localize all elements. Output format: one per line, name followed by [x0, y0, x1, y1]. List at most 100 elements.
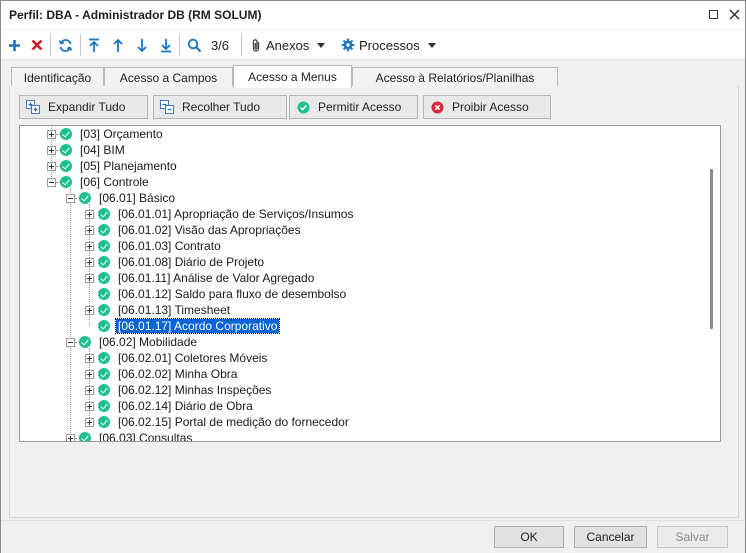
- tree-node[interactable]: [06.02.14] Diário de Obra: [85, 398, 255, 414]
- tree-node[interactable]: [05] Planejamento: [47, 158, 179, 174]
- check-circle-icon: [98, 400, 110, 412]
- refresh-button[interactable]: [56, 34, 74, 56]
- expand-icon[interactable]: [47, 145, 56, 155]
- check-circle-icon: [79, 432, 91, 441]
- expand-icon[interactable]: [85, 273, 94, 283]
- delete-button[interactable]: [29, 34, 45, 56]
- first-record-button[interactable]: [86, 34, 102, 56]
- check-circle-icon: [98, 272, 110, 284]
- tree-node-label: [03] Orçamento: [80, 127, 163, 141]
- scrollbar-thumb[interactable]: [710, 169, 713, 329]
- expand-icon[interactable]: [85, 257, 94, 267]
- tree-node[interactable]: [06.01.08] Diário de Projeto: [85, 254, 266, 270]
- tab-identificacao[interactable]: Identificação: [11, 67, 104, 87]
- toolbar-separator: [179, 34, 180, 56]
- expand-icon[interactable]: [85, 225, 94, 235]
- attachments-label: Anexos: [266, 37, 310, 53]
- expand-icon[interactable]: [85, 353, 94, 363]
- cancel-button[interactable]: Cancelar: [574, 526, 647, 548]
- save-button[interactable]: Salvar: [657, 526, 728, 548]
- tree-node[interactable]: [06.01.01] Apropriação de Serviços/Insum…: [85, 206, 355, 222]
- check-circle-icon: [98, 256, 110, 268]
- first-record-icon: [89, 38, 99, 52]
- tree-node[interactable]: [06.02.15] Portal de medição do forneced…: [85, 414, 351, 430]
- expand-icon[interactable]: [85, 209, 94, 219]
- tree-node[interactable]: [06.02.12] Minhas Inspeções: [85, 382, 273, 398]
- tree-node[interactable]: [03] Orçamento: [47, 126, 165, 142]
- maximize-button[interactable]: [705, 6, 721, 22]
- expand-icon[interactable]: [85, 401, 94, 411]
- chevron-down-icon: [317, 42, 326, 48]
- close-button[interactable]: [726, 6, 742, 22]
- deny-access-button[interactable]: Proibir Acesso: [423, 95, 551, 119]
- menu-tree[interactable]: [03] Orçamento [04] BIM [05] Planejament…: [19, 125, 721, 442]
- expand-icon[interactable]: [47, 129, 56, 139]
- check-circle-icon: [60, 128, 72, 140]
- allow-access-label: Permitir Acesso: [318, 100, 402, 114]
- previous-record-button[interactable]: [110, 34, 126, 56]
- tree-node-label: [06.01.17] Acordo Corporativo: [114, 318, 281, 334]
- deny-circle-icon: [430, 100, 444, 114]
- plus-icon: [8, 39, 20, 51]
- tree-node[interactable]: [06.01.11] Análise de Valor Agregado: [85, 270, 316, 286]
- last-record-button[interactable]: [158, 34, 174, 56]
- toolbar: 3/6 Anexos Processos: [1, 30, 745, 60]
- tree-node-label: [06.01.13] Timesheet: [118, 303, 231, 317]
- check-circle-icon: [98, 320, 110, 332]
- processes-menu[interactable]: Processos: [341, 34, 439, 56]
- collapse-all-label: Recolher Tudo: [182, 100, 261, 114]
- expand-icon[interactable]: [85, 305, 94, 315]
- tree-node[interactable]: [06.02] Mobilidade: [66, 334, 199, 350]
- expand-icon[interactable]: [85, 385, 94, 395]
- collapse-all-button[interactable]: Recolher Tudo: [153, 95, 287, 119]
- search-button[interactable]: [185, 34, 203, 56]
- check-circle-icon: [79, 192, 91, 204]
- check-circle-icon: [98, 384, 110, 396]
- check-circle-icon: [98, 352, 110, 364]
- chevron-down-icon: [427, 42, 436, 48]
- check-circle-icon: [98, 416, 110, 428]
- expand-icon[interactable]: [85, 369, 94, 379]
- tab-acesso-campos[interactable]: Acesso a Campos: [104, 67, 233, 87]
- expand-all-button[interactable]: Expandir Tudo: [19, 95, 148, 119]
- collapse-all-icon: [160, 100, 174, 114]
- tree-node-label: [06.01.11] Análise de Valor Agregado: [118, 271, 315, 285]
- tree-node[interactable]: [06.01.03] Contrato: [85, 238, 223, 254]
- tree-node[interactable]: [06.02.02] Minha Obra: [85, 366, 239, 382]
- collapse-icon[interactable]: [47, 177, 56, 187]
- tree-node-selected[interactable]: [06.01.17] Acordo Corporativo: [85, 318, 281, 334]
- check-circle-icon: [98, 208, 110, 220]
- expand-icon[interactable]: [85, 417, 94, 427]
- tab-strip: Identificação Acesso a Campos Acesso a M…: [1, 65, 745, 88]
- tree-node-label: [06.02] Mobilidade: [99, 335, 198, 349]
- check-circle-icon: [98, 288, 110, 300]
- ok-button[interactable]: OK: [494, 526, 564, 548]
- expand-all-label: Expandir Tudo: [48, 100, 126, 114]
- expand-icon[interactable]: [47, 161, 56, 171]
- allow-access-button[interactable]: Permitir Acesso: [289, 95, 418, 119]
- toolbar-separator: [241, 34, 242, 56]
- collapse-icon[interactable]: [66, 337, 75, 347]
- paperclip-icon: [252, 38, 260, 52]
- tree-node[interactable]: [04] BIM: [47, 142, 127, 158]
- attachments-menu[interactable]: Anexos: [250, 34, 332, 56]
- tree-node[interactable]: [06.03] Consultas: [66, 430, 194, 441]
- check-circle-icon: [98, 304, 110, 316]
- next-record-button[interactable]: [134, 34, 150, 56]
- tab-acesso-menus[interactable]: Acesso a Menus: [233, 65, 352, 88]
- tab-acesso-relatorios[interactable]: Acesso à Relatórios/Planilhas: [352, 67, 558, 87]
- tree-node[interactable]: [06.02.01] Coletores Móveis: [85, 350, 269, 366]
- collapse-icon[interactable]: [66, 193, 75, 203]
- tree-node[interactable]: [06.01.02] Visão das Apropriações: [85, 222, 303, 238]
- tree-node[interactable]: [06.01] Básico: [66, 190, 177, 206]
- tree-node-label: [06.02.14] Diário de Obra: [118, 399, 253, 413]
- tree-node-label: [06.02.02] Minha Obra: [118, 367, 238, 381]
- deny-access-label: Proibir Acesso: [452, 100, 529, 114]
- tree-node[interactable]: [06.01.13] Timesheet: [85, 302, 232, 318]
- tree-node-label: [06.02.15] Portal de medição do forneced…: [118, 415, 349, 429]
- expand-icon[interactable]: [66, 433, 75, 441]
- tree-node[interactable]: [06.01.12] Saldo para fluxo de desembols…: [85, 286, 348, 302]
- tree-node[interactable]: [06] Controle: [47, 174, 151, 190]
- expand-icon[interactable]: [85, 241, 94, 251]
- add-button[interactable]: [6, 34, 22, 56]
